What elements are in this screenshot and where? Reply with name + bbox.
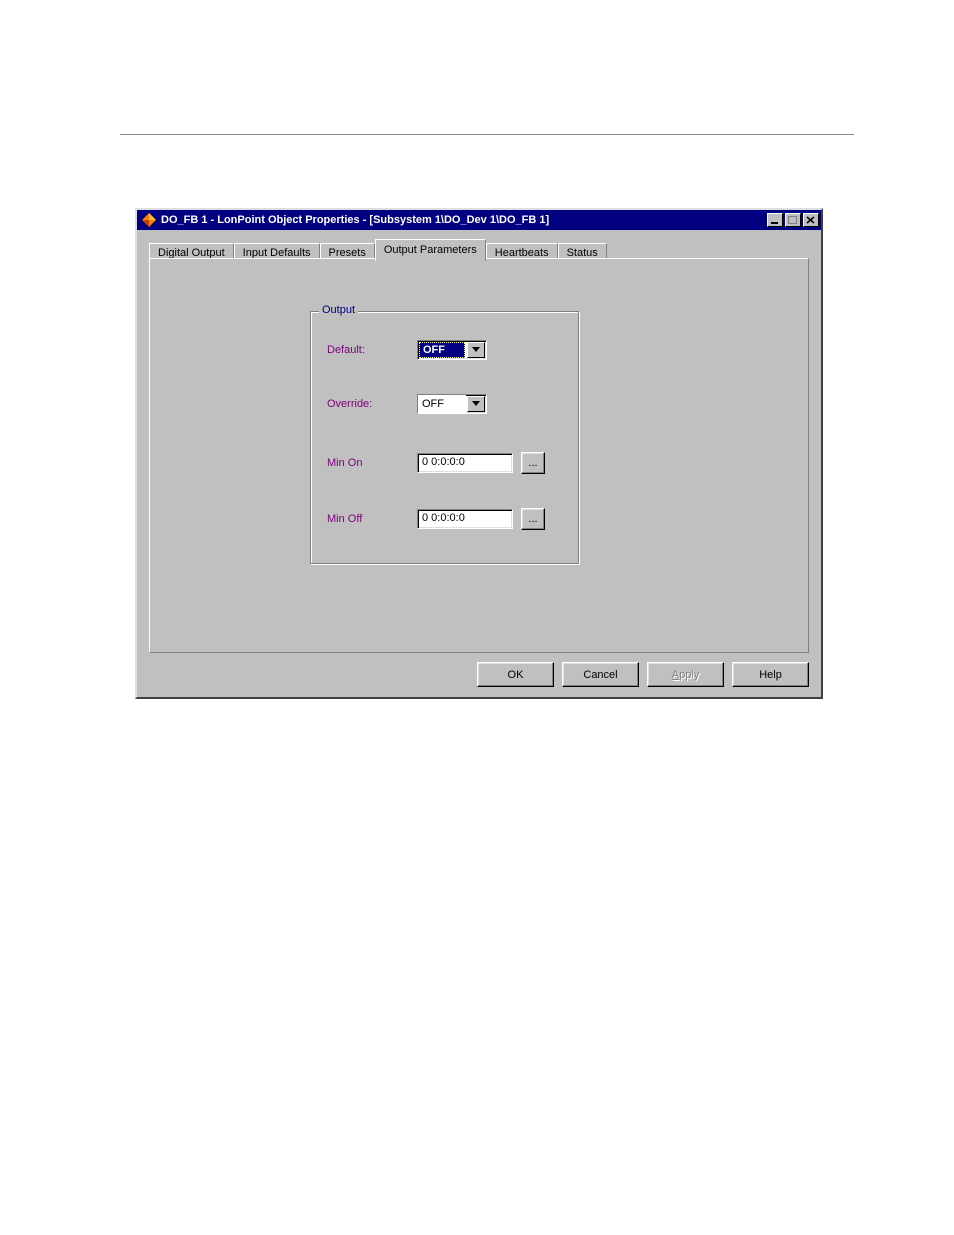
help-button[interactable]: Help [732,662,809,687]
tab-strip: Digital Output Input Defaults Presets Ou… [149,238,607,260]
default-combobox[interactable]: OFF [417,340,487,360]
output-groupbox: Output Default: OFF Override: [310,311,580,565]
min-off-browse-button[interactable]: ... [521,508,545,530]
cancel-button[interactable]: Cancel [562,662,639,687]
override-label: Override: [327,398,417,410]
maximize-button [785,213,801,227]
default-value: OFF [419,342,465,358]
override-combobox[interactable]: OFF [417,394,487,414]
chevron-down-icon[interactable] [467,396,485,412]
button-label: Apply [672,669,700,681]
tab-label: Output Parameters [384,244,477,256]
min-off-input[interactable]: 0 0:0:0:0 [417,509,513,529]
window-title: DO_FB 1 - LonPoint Object Properties - [… [161,214,549,226]
button-label: Help [759,669,782,681]
min-on-label: Min On [327,457,417,469]
titlebar[interactable]: DO_FB 1 - LonPoint Object Properties - [… [137,210,821,230]
groupbox-title: Output [319,304,358,316]
dialog-button-row: OK Cancel Apply Help [477,662,809,687]
divider-line [120,134,854,135]
override-value: OFF [418,395,466,413]
app-icon [141,212,157,228]
button-label: Cancel [583,669,617,681]
apply-button: Apply [647,662,724,687]
minimize-button[interactable] [767,213,783,227]
close-button[interactable] [803,213,819,227]
min-on-input[interactable]: 0 0:0:0:0 [417,453,513,473]
button-label: OK [508,669,524,681]
tab-panel: Output Default: OFF Override: [149,258,809,653]
min-off-label: Min Off [327,513,417,525]
ok-button[interactable]: OK [477,662,554,687]
min-on-browse-button[interactable]: ... [521,452,545,474]
properties-dialog: DO_FB 1 - LonPoint Object Properties - [… [135,208,823,699]
default-label: Default: [327,344,417,356]
chevron-down-icon[interactable] [467,342,485,358]
tab-output-parameters[interactable]: Output Parameters [375,239,486,261]
